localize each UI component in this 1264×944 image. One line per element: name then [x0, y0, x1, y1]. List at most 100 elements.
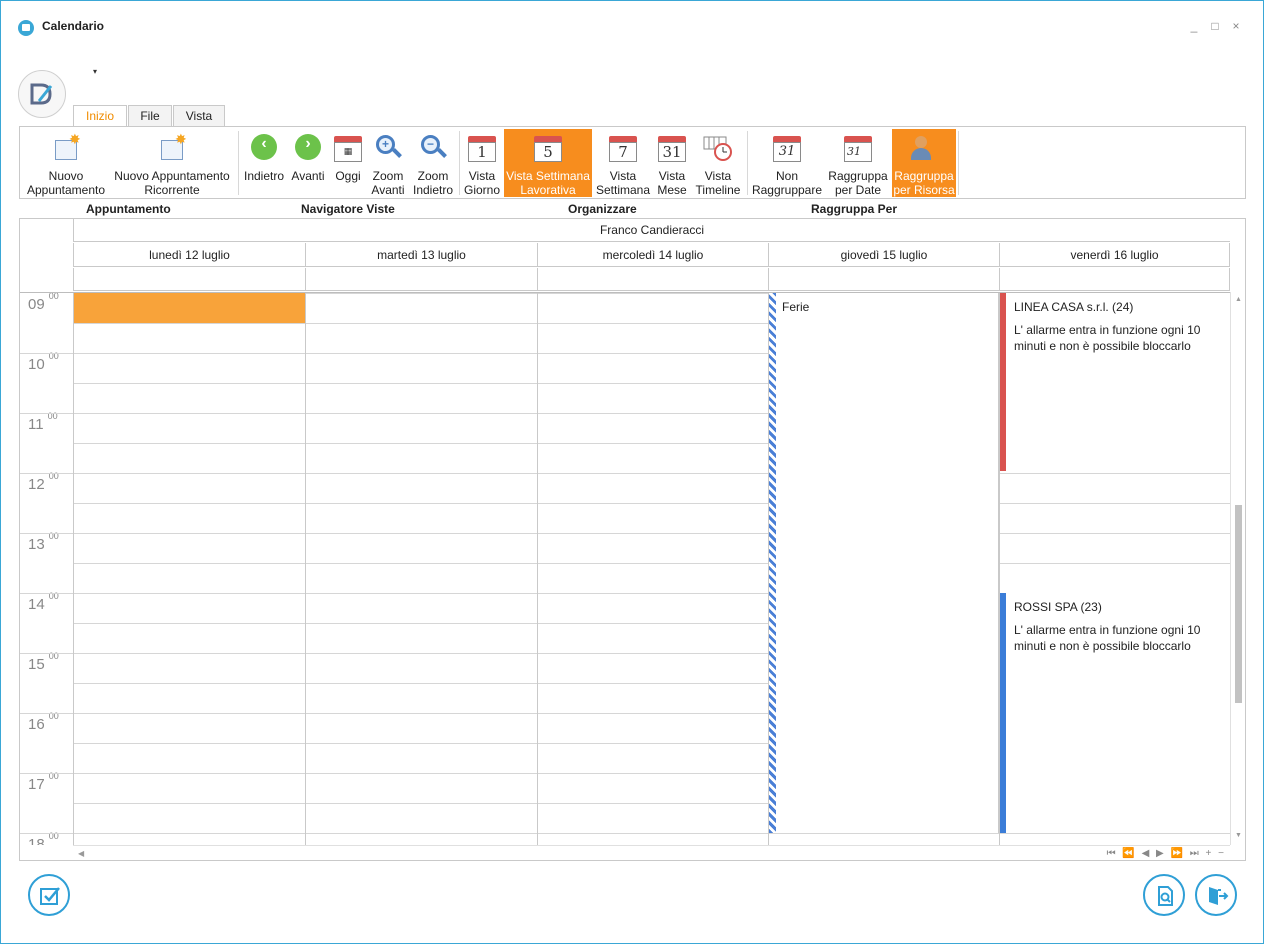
nuovo-appuntamento-ricorrente-button[interactable]: ✸ Nuovo Appuntamento Ricorrente [110, 129, 234, 197]
day-header[interactable]: giovedì 15 luglio [768, 243, 999, 267]
group-label-navigatore: Navigatore Viste [301, 202, 395, 216]
ribbon-separator [238, 131, 239, 195]
hour-divider [20, 593, 73, 594]
close-button[interactable]: × [1228, 18, 1244, 34]
group-by-resource-icon [909, 134, 939, 164]
group-label-raggruppa: Raggruppa Per [811, 202, 898, 216]
time-grid[interactable]: Ferie LINEA CASA s.r.l. (24) L' allarme … [20, 292, 1230, 845]
all-day-cell[interactable] [305, 268, 537, 291]
hour-label: 11 00 [28, 411, 58, 433]
all-day-cell[interactable] [73, 268, 305, 291]
ribbon-separator [958, 131, 959, 195]
hour-label: 16 00 [28, 711, 59, 733]
appointment-description: L' allarme entra in funzione ogni 10 min… [1014, 323, 1201, 353]
hour-label: 14 00 [28, 591, 59, 613]
scroll-up-icon[interactable]: ▲ [1235, 296, 1242, 303]
slot-line [73, 503, 1230, 504]
group-label-organizzare: Organizzare [568, 202, 637, 216]
hour-divider [20, 773, 73, 774]
grid-divider [537, 293, 538, 845]
hour-label: 09 00 [28, 292, 59, 313]
calendar-today-icon: ▦ [334, 134, 362, 162]
slot-line [73, 533, 1230, 534]
group-by-date-icon: 31 [844, 134, 872, 162]
exit-button[interactable] [1195, 874, 1237, 916]
minimize-button[interactable]: _ [1186, 18, 1202, 34]
raggruppa-per-risorsa-button[interactable]: Raggruppa per Risorsa [892, 129, 956, 197]
scroll-left-icon[interactable]: ◀ [78, 849, 84, 858]
application-menu-button[interactable] [18, 70, 66, 118]
hour-label: 15 00 [28, 651, 59, 673]
scroll-down-icon[interactable]: ▼ [1235, 832, 1242, 839]
appointment-rossi-spa[interactable]: ROSSI SPA (23) L' allarme entra in funzi… [1000, 593, 1230, 833]
all-day-cell[interactable] [537, 268, 768, 291]
raggruppa-per-date-button[interactable]: 31 Raggruppa per Date [826, 129, 890, 197]
slot-line [73, 563, 1230, 564]
non-raggruppare-button[interactable]: 31 Non Raggruppare [750, 129, 824, 197]
all-day-cell[interactable] [999, 268, 1230, 291]
vista-giorno-button[interactable]: 1 Vista Giorno [462, 129, 502, 197]
day-header[interactable]: lunedì 12 luglio [73, 243, 305, 267]
hour-label: 18 00 [28, 831, 59, 845]
resource-header: Franco Candieracci [73, 219, 1230, 242]
vertical-scrollbar[interactable]: ▲ ▼ [1230, 292, 1245, 845]
vista-settimana-button[interactable]: 7 Vista Settimana [594, 129, 652, 197]
grid-divider [305, 293, 306, 845]
nuovo-appuntamento-button[interactable]: ✸ Nuovo Appuntamento [24, 129, 108, 197]
all-day-cell[interactable] [768, 268, 999, 291]
appointment-linea-casa[interactable]: LINEA CASA s.r.l. (24) L' allarme entra … [1000, 293, 1230, 471]
window-title: Calendario [42, 19, 105, 33]
tab-file[interactable]: File [128, 105, 172, 127]
tab-inizio[interactable]: Inizio [73, 105, 127, 128]
day-header[interactable]: venerdì 16 luglio [999, 243, 1230, 267]
quick-access-dropdown-icon[interactable]: ▾ [93, 67, 97, 76]
resource-navigator[interactable]: ⏮ ⏪ ◀ ▶ ⏩ ⏭ + − [1107, 848, 1226, 859]
preview-button[interactable] [1143, 874, 1185, 916]
day-view-icon: 1 [468, 134, 496, 162]
confirm-button[interactable] [28, 874, 70, 916]
title-bar: Calendario _ □ × [1, 1, 1263, 51]
hour-divider [20, 833, 73, 834]
vista-mese-button[interactable]: 31 Vista Mese [654, 129, 690, 197]
selected-time-slot[interactable] [74, 293, 305, 323]
hour-divider [20, 413, 73, 414]
zoom-avanti-button[interactable]: + Zoom Avanti [368, 129, 408, 197]
maximize-button[interactable]: □ [1207, 18, 1223, 34]
timeline-view-icon [703, 134, 733, 165]
oggi-button[interactable]: ▦ Oggi [330, 129, 366, 197]
day-header[interactable]: martedì 13 luglio [305, 243, 537, 267]
hour-label: 10 00 [28, 351, 59, 373]
calendar-app-icon [18, 20, 34, 36]
indietro-button[interactable]: ‹ Indietro [242, 129, 286, 197]
arrow-left-icon: ‹ [251, 134, 277, 160]
month-view-icon: 31 [658, 134, 686, 162]
hour-label: 17 00 [28, 771, 59, 793]
zoom-indietro-button[interactable]: − Zoom Indietro [410, 129, 456, 197]
scrollbar-thumb[interactable] [1235, 505, 1242, 703]
work-week-view-icon: 5 [534, 134, 562, 162]
day-header[interactable]: mercoledì 14 luglio [537, 243, 768, 267]
hour-label: 13 00 [28, 531, 59, 553]
calendar-window: Calendario _ □ × ▾ Inizio File Vista ✸ N… [0, 0, 1264, 944]
scheduler: Franco Candieracci lunedì 12 luglio mart… [19, 218, 1246, 861]
appointment-title: Ferie [782, 300, 810, 314]
horizontal-scrollbar[interactable]: ◀ ⏮ ⏪ ◀ ▶ ⏩ ⏭ + − [73, 845, 1230, 860]
hour-label: 12 00 [28, 471, 59, 493]
no-grouping-icon: 31 [773, 134, 801, 162]
slot-line [73, 833, 1230, 834]
hour-divider [20, 473, 73, 474]
group-label-appuntamento: Appuntamento [86, 202, 171, 216]
tab-vista[interactable]: Vista [173, 105, 225, 127]
appointment-status-bar [1000, 293, 1006, 471]
edit-check-icon [40, 887, 60, 905]
search-document-icon [1158, 886, 1173, 906]
ribbon-separator [459, 131, 460, 195]
vista-settimana-lavorativa-button[interactable]: 5 Vista Settimana Lavorativa [504, 129, 592, 197]
ribbon-separator [747, 131, 748, 195]
appointment-ferie[interactable]: Ferie [769, 293, 999, 833]
avanti-button[interactable]: › Avanti [288, 129, 328, 197]
exit-door-icon [1209, 887, 1229, 905]
hour-divider [20, 713, 73, 714]
vista-timeline-button[interactable]: Vista Timeline [692, 129, 744, 197]
app-logo-icon [30, 83, 53, 105]
